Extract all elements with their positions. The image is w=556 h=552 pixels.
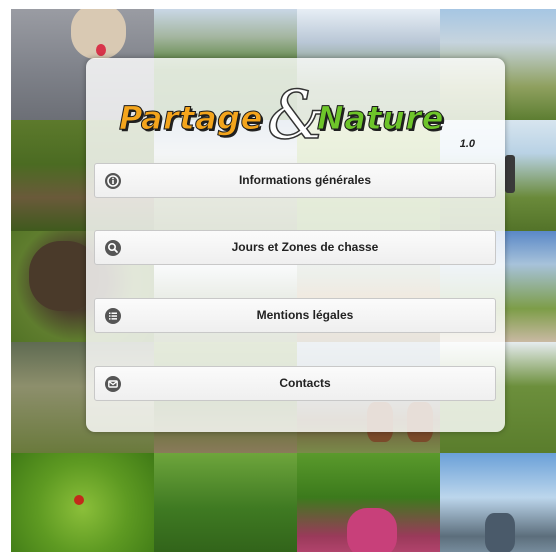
- mail-icon: [105, 376, 121, 392]
- logo-word-partage: Partage: [119, 99, 263, 138]
- photo-ladybug: [11, 453, 154, 552]
- jours-zones-chasse-button[interactable]: Jours et Zones de chasse: [94, 230, 496, 265]
- photo-forest: [154, 453, 297, 552]
- photo-backpacker: [440, 453, 556, 552]
- contacts-button[interactable]: Contacts: [94, 366, 496, 401]
- informations-generales-button[interactable]: Informations générales: [94, 163, 496, 198]
- info-icon: [105, 173, 121, 189]
- informations-generales-label: Informations générales: [238, 173, 372, 187]
- main-menu-panel: Partage & Nature 1.0 Informations généra…: [86, 58, 505, 432]
- photo-lily-flower: [297, 453, 440, 552]
- mentions-legales-label: Mentions légales: [256, 308, 354, 322]
- search-icon: [105, 240, 121, 256]
- contacts-label: Contacts: [279, 376, 331, 390]
- app-version: 1.0: [459, 138, 475, 150]
- list-icon: [105, 308, 121, 324]
- jours-zones-chasse-label: Jours et Zones de chasse: [231, 240, 379, 254]
- app-logo: Partage & Nature: [119, 82, 449, 151]
- logo-word-nature: Nature: [317, 99, 444, 138]
- mentions-legales-button[interactable]: Mentions légales: [94, 298, 496, 333]
